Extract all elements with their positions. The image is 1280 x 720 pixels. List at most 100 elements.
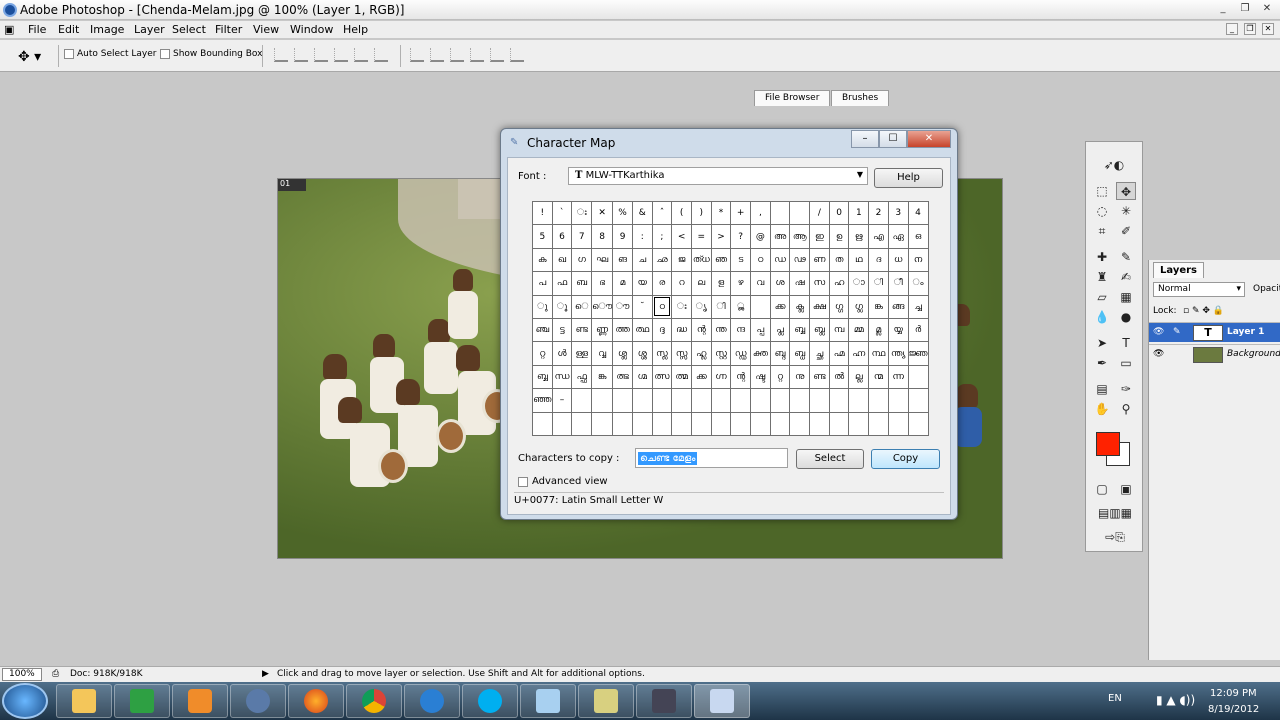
- path-select-icon[interactable]: ➤: [1092, 334, 1112, 352]
- char-cell[interactable]: <: [671, 224, 692, 249]
- align-right-icon[interactable]: [374, 48, 388, 62]
- char-cell[interactable]: =: [690, 224, 712, 249]
- char-cell[interactable]: 7: [571, 224, 593, 249]
- align-left-icon[interactable]: [334, 48, 348, 62]
- char-cell[interactable]: അ: [769, 224, 791, 249]
- char-cell[interactable]: [750, 294, 771, 319]
- char-cell[interactable]: [690, 411, 712, 436]
- char-cell[interactable]: ട്ട: [551, 317, 573, 343]
- doc-minimize-button[interactable]: _: [1226, 23, 1238, 35]
- char-cell[interactable]: +: [730, 200, 752, 226]
- align-bottom-icon[interactable]: [314, 48, 328, 62]
- char-cell[interactable]: മ: [612, 271, 633, 296]
- char-cell[interactable]: ഞ്ച: [532, 317, 553, 343]
- help-button[interactable]: Help: [874, 168, 943, 188]
- magic-wand-icon[interactable]: ✳: [1116, 202, 1136, 220]
- dialog-close-button[interactable]: ✕: [907, 130, 951, 148]
- char-cell[interactable]: ഹ്ന: [848, 341, 870, 366]
- char-cell[interactable]: ങ്ക: [591, 364, 614, 390]
- align-vcenter-icon[interactable]: [294, 48, 308, 62]
- char-cell[interactable]: ഗ്ല: [848, 294, 870, 319]
- taskbar-firefox[interactable]: [288, 684, 344, 718]
- doc-close-button[interactable]: ✕: [1262, 23, 1274, 35]
- char-cell[interactable]: ✕: [591, 200, 614, 226]
- char-cell[interactable]: ഠ: [750, 247, 771, 273]
- char-cell[interactable]: ഋ: [848, 224, 870, 249]
- char-cell[interactable]: ഇ: [809, 224, 830, 249]
- chars-to-copy-field[interactable]: ചെണ്ട മേളം: [635, 448, 788, 468]
- history-brush-icon[interactable]: ✍: [1116, 268, 1136, 286]
- char-cell[interactable]: ത്ത: [612, 317, 633, 343]
- language-indicator[interactable]: EN: [1108, 693, 1122, 704]
- char-cell[interactable]: ണ്ണ: [591, 317, 614, 343]
- char-cell[interactable]: ന്ത്യ: [887, 341, 909, 366]
- char-cell[interactable]: ഖ: [551, 247, 573, 273]
- taskbar-app4[interactable]: [636, 684, 692, 718]
- char-cell[interactable]: [750, 388, 771, 413]
- char-cell[interactable]: 6: [551, 224, 573, 249]
- char-cell[interactable]: ഏ: [887, 224, 909, 249]
- char-cell[interactable]: ീ: [887, 271, 909, 296]
- doc-restore-button[interactable]: ❐: [1244, 23, 1256, 35]
- type-tool-icon[interactable]: T: [1116, 334, 1136, 352]
- taskbar-charmap[interactable]: [694, 684, 750, 718]
- char-cell[interactable]: [612, 388, 633, 413]
- distribute-right-icon[interactable]: [510, 48, 524, 62]
- char-cell[interactable]: ഡ: [769, 247, 791, 273]
- char-cell[interactable]: ˋ: [551, 200, 573, 226]
- bounding-box-checkbox[interactable]: Show Bounding Box: [160, 49, 262, 59]
- char-cell[interactable]: ശ: [769, 271, 791, 296]
- stamp-tool-icon[interactable]: ♜: [1092, 268, 1112, 286]
- dialog-minimize-button[interactable]: –: [851, 130, 879, 148]
- char-cell[interactable]: [868, 388, 889, 413]
- lasso-tool-icon[interactable]: ◌: [1092, 202, 1112, 220]
- clock-date[interactable]: 8/19/2012: [1208, 704, 1259, 715]
- select-button[interactable]: Select: [796, 449, 864, 469]
- char-cell[interactable]: ട: [730, 247, 752, 273]
- char-cell[interactable]: ക്ഷ: [809, 294, 830, 319]
- char-cell[interactable]: [591, 388, 614, 413]
- char-cell[interactable]: ,: [750, 200, 771, 226]
- foreground-color-swatch[interactable]: [1096, 432, 1120, 456]
- char-cell[interactable]: [769, 200, 791, 226]
- char-cell[interactable]: സ്റ്റ: [710, 341, 732, 366]
- char-cell[interactable]: ാ: [848, 271, 870, 296]
- char-cell[interactable]: [730, 388, 752, 413]
- char-cell[interactable]: ൽ: [828, 364, 850, 390]
- char-cell[interactable]: 0: [828, 200, 850, 226]
- char-cell[interactable]: ത്ഭ: [612, 364, 633, 390]
- char-cell[interactable]: ഉ: [828, 224, 850, 249]
- char-cell[interactable]: [551, 411, 573, 436]
- char-cell[interactable]: ങ്ക: [868, 294, 889, 319]
- char-cell[interactable]: ല്ല: [848, 364, 870, 390]
- char-cell[interactable]: ഷ്ട: [750, 364, 771, 390]
- char-cell[interactable]: [789, 200, 811, 226]
- char-cell[interactable]: ഹ: [828, 271, 850, 296]
- zoom-tool-icon[interactable]: ⚲: [1116, 400, 1136, 418]
- start-button[interactable]: [2, 683, 48, 719]
- char-cell[interactable]: [651, 388, 673, 413]
- char-cell[interactable]: ഃ: [671, 294, 692, 319]
- char-cell[interactable]: ഗ്ന: [710, 364, 732, 390]
- char-cell[interactable]: ക്ത: [750, 341, 771, 366]
- char-cell[interactable]: [789, 388, 811, 413]
- layer-row-background[interactable]: 👁 Background: [1149, 344, 1280, 364]
- char-cell[interactable]: ത: [828, 247, 850, 273]
- char-cell[interactable]: [887, 388, 909, 413]
- gradient-tool-icon[interactable]: ▦: [1116, 288, 1136, 306]
- char-cell[interactable]: [690, 388, 712, 413]
- char-cell[interactable]: റ്റ: [532, 341, 553, 366]
- char-cell[interactable]: ണ: [809, 247, 830, 273]
- char-cell[interactable]: ശ്ല: [612, 341, 633, 366]
- char-cell[interactable]: 9: [612, 224, 633, 249]
- distribute-bottom-icon[interactable]: [450, 48, 464, 62]
- char-cell[interactable]: ക്ക: [769, 294, 791, 319]
- char-cell[interactable]: ഢ: [789, 247, 811, 273]
- char-cell[interactable]: 3: [887, 200, 909, 226]
- hand-tool-icon[interactable]: ✋: [1092, 400, 1112, 418]
- char-cell[interactable]: ഞ: [710, 247, 732, 273]
- pen-tool-icon[interactable]: ✒: [1092, 354, 1112, 372]
- char-cell[interactable]: ബ: [571, 271, 593, 296]
- char-cell[interactable]: ഴ: [730, 271, 752, 296]
- menu-window[interactable]: Window: [290, 23, 333, 36]
